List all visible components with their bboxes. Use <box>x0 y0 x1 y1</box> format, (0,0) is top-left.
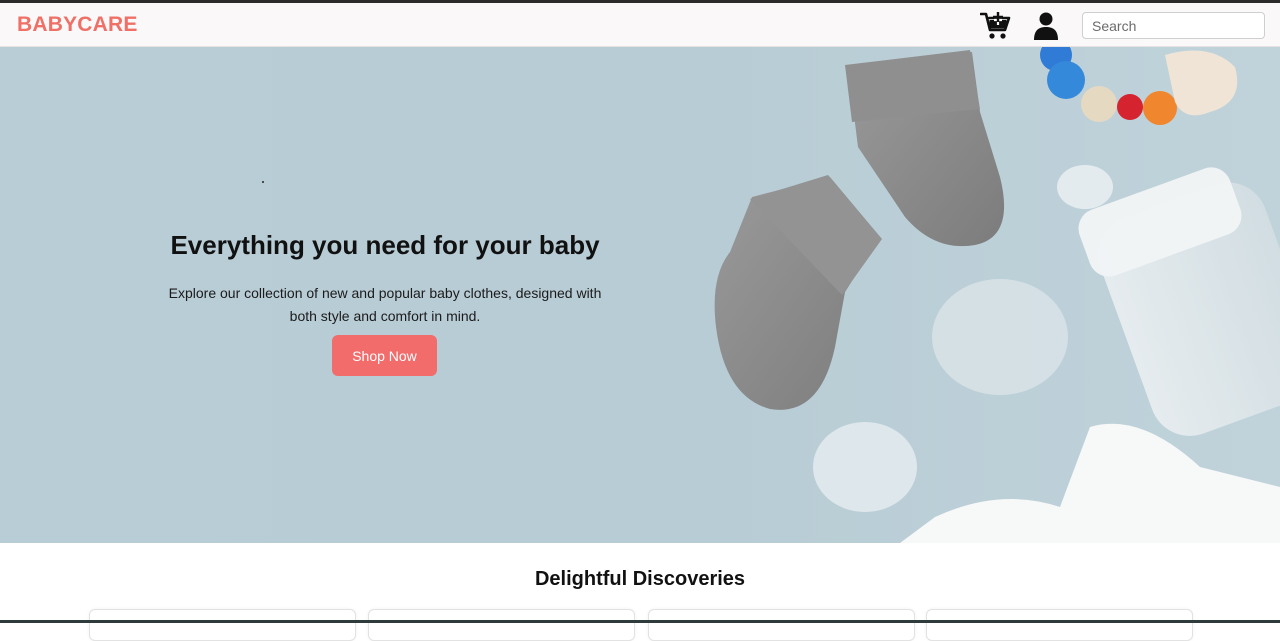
search-input[interactable] <box>1082 12 1265 39</box>
cart-add-icon <box>979 12 1011 39</box>
hero-subtitle: Explore our collection of new and popula… <box>168 285 602 324</box>
user-icon <box>1034 12 1058 40</box>
product-card[interactable] <box>926 609 1193 641</box>
navbar: BABYCARE <box>0 3 1280 47</box>
user-account-button[interactable] <box>1033 11 1059 41</box>
product-card[interactable] <box>89 609 356 641</box>
shop-now-button[interactable]: Shop Now <box>332 335 437 376</box>
product-card[interactable] <box>368 609 635 641</box>
hero-banner: Everything you need for your baby Explor… <box>0 47 1280 543</box>
cart-button[interactable] <box>979 11 1012 41</box>
product-card[interactable] <box>648 609 915 641</box>
section-title: Delightful Discoveries <box>534 568 746 590</box>
decorative-dot <box>262 181 264 183</box>
hero-title: Everything you need for your baby <box>170 230 600 260</box>
brand-logo[interactable]: BABYCARE <box>17 13 138 37</box>
